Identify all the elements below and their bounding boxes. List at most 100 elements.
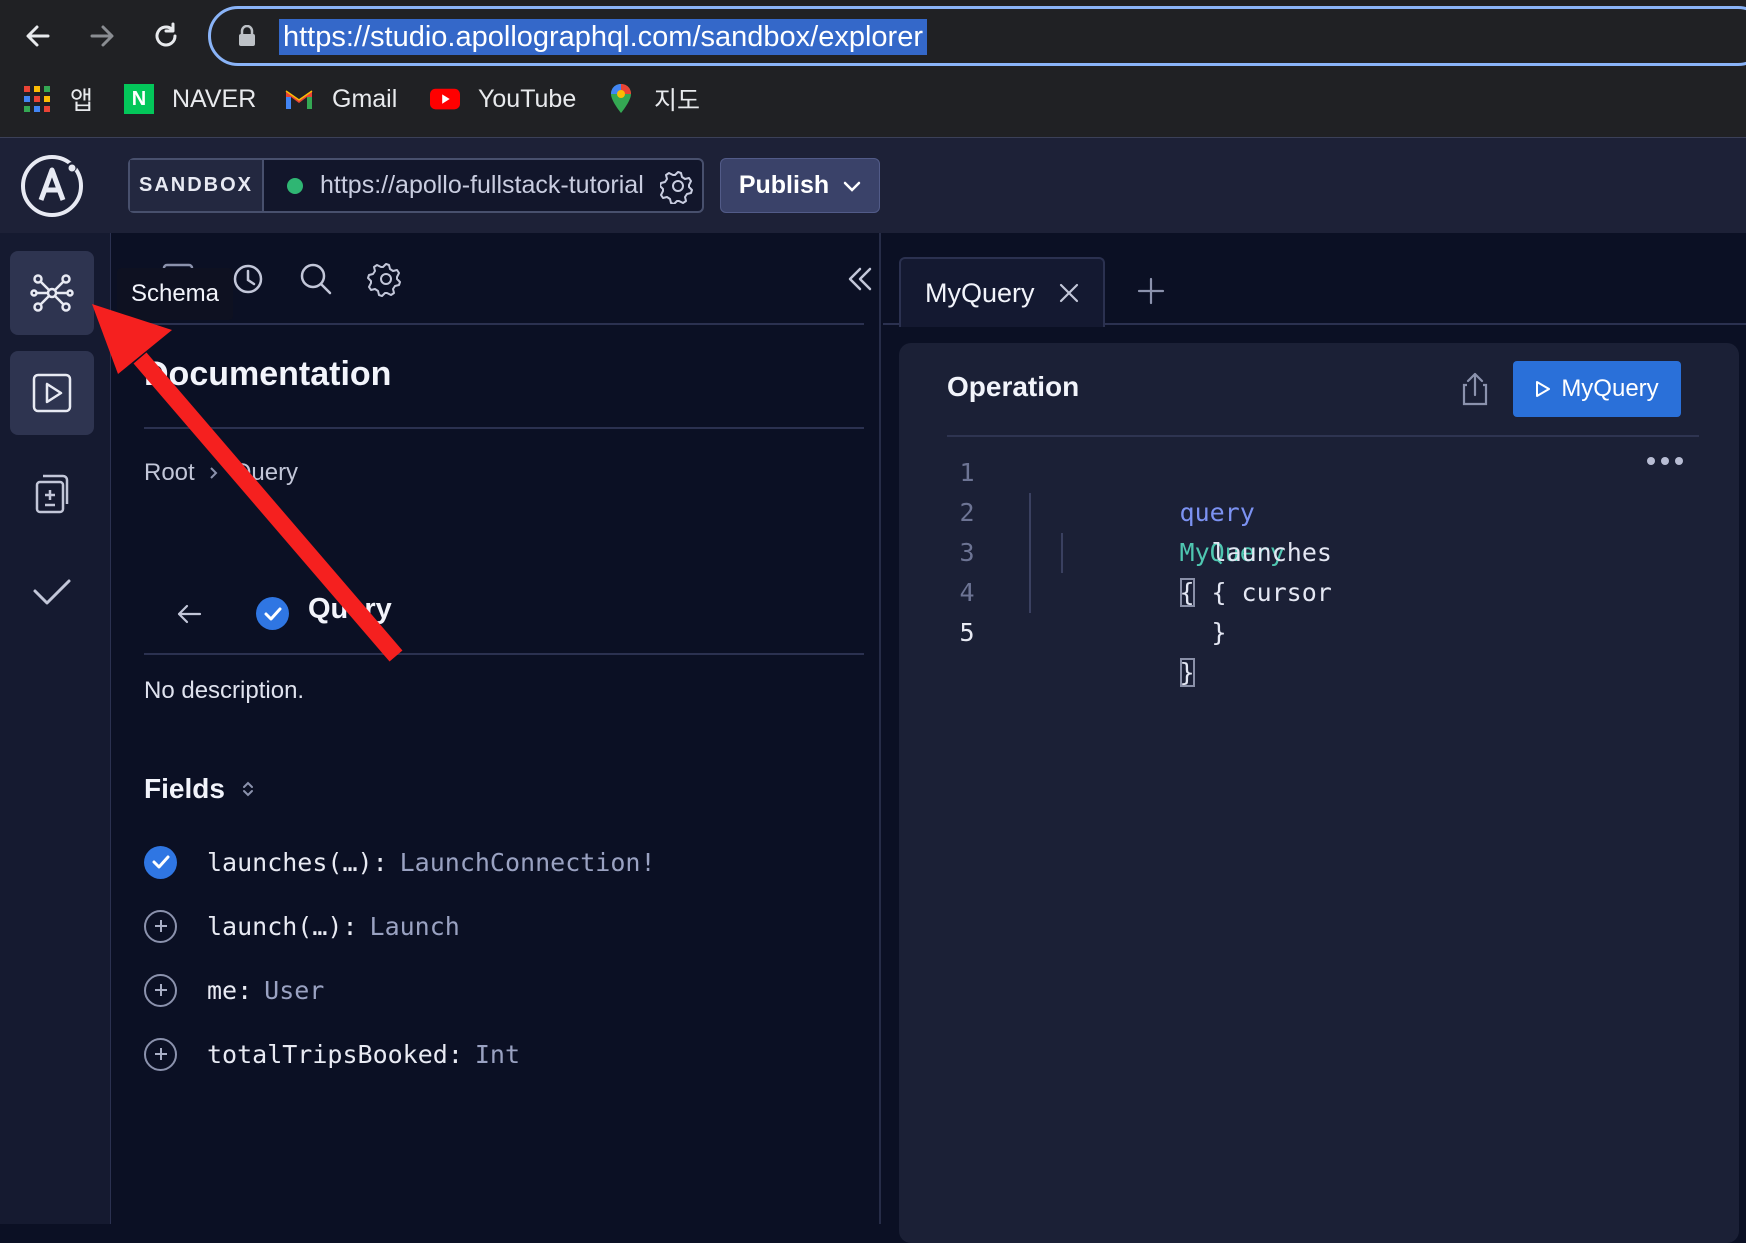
nav-schema-button[interactable] (10, 251, 94, 335)
nav-checks-button[interactable] (10, 549, 94, 633)
operation-panel: Operation MyQuery 1 query MyQuery { 2 la… (899, 343, 1739, 1243)
left-nav-rail (0, 233, 111, 1224)
field-row-launches[interactable]: launches(…): LaunchConnection! (144, 842, 656, 882)
field-row-totaltripsbooked[interactable]: totalTripsBooked: Int (144, 1034, 520, 1074)
double-chevron-left-icon[interactable] (844, 263, 876, 295)
field-row-launch[interactable]: launch(…): Launch (144, 906, 460, 946)
divider (947, 435, 1699, 437)
more-options-icon[interactable] (1647, 457, 1687, 469)
fields-header[interactable]: Fields (144, 773, 255, 805)
schema-graph-icon (30, 274, 74, 312)
bookmarks-bar: 앱 N NAVER Gmail YouTube 지도 (0, 78, 1746, 120)
field-row-me[interactable]: me: User (144, 970, 324, 1010)
arrow-right-icon (90, 25, 114, 47)
field-type[interactable]: User (264, 976, 324, 1005)
code-editor[interactable]: 1 query MyQuery { 2 launches { 3 cursor (947, 453, 1647, 687)
bookmark-label: YouTube (478, 84, 577, 113)
field-name: launches(…): (207, 847, 388, 877)
field-type[interactable]: LaunchConnection! (400, 848, 656, 877)
endpoint-url-input[interactable]: https://apollo-fullstack-tutorial.heroku… (320, 160, 646, 211)
tab-label: MyQuery (925, 277, 1035, 308)
endpoint-selector[interactable]: SANDBOX https://apollo-fullstack-tutoria… (128, 158, 704, 213)
operation-editor-area: MyQuery Operation MyQuery 1 query MyQuer… (883, 233, 1746, 1243)
schema-tooltip: Schema (117, 268, 233, 320)
bookmark-label: NAVER (172, 84, 257, 113)
search-icon[interactable] (296, 259, 336, 299)
line-number: 2 (959, 498, 975, 527)
bookmark-label: 지도 (654, 87, 701, 115)
close-icon[interactable] (1057, 281, 1081, 305)
reload-button[interactable] (144, 14, 188, 58)
checkmark-icon (33, 579, 71, 605)
bookmark-label: Gmail (332, 84, 398, 113)
operation-title: Operation (947, 371, 1080, 402)
field-name: totalTripsBooked: (207, 1039, 463, 1069)
run-query-button[interactable]: MyQuery (1513, 361, 1681, 417)
address-bar[interactable]: https://studio.apollographql.com/sandbox… (208, 6, 1746, 66)
naver-icon: N (124, 84, 154, 114)
settings-gear-icon[interactable] (366, 259, 406, 299)
type-header-row: Query (144, 579, 864, 655)
tab-bar: MyQuery (883, 233, 1746, 327)
type-name: Query (308, 593, 392, 625)
bookmark-apps[interactable]: 앱 (22, 78, 93, 120)
sandbox-label: SANDBOX (130, 160, 264, 211)
youtube-icon (430, 84, 460, 114)
divider (144, 427, 864, 429)
selected-check-icon[interactable] (144, 845, 177, 879)
arrow-left-icon[interactable] (174, 599, 204, 629)
connection-status-dot (287, 178, 303, 194)
arrow-left-icon (26, 25, 50, 47)
tab-myquery[interactable]: MyQuery (899, 257, 1105, 327)
reload-icon (155, 22, 177, 47)
bookmark-gmail[interactable]: Gmail (284, 78, 397, 120)
breadcrumb-root[interactable]: Root (144, 459, 195, 487)
publish-label: Publish (738, 171, 830, 199)
back-button[interactable] (16, 14, 60, 58)
code-line: 3 cursor (947, 533, 1647, 607)
lock-icon (239, 25, 255, 46)
bookmark-maps[interactable]: 지도 (606, 78, 700, 120)
maps-pin-icon (606, 84, 636, 114)
line-number: 3 (959, 538, 975, 567)
type-description: No description. (144, 677, 305, 704)
gear-icon[interactable] (660, 168, 696, 204)
share-icon[interactable] (1459, 371, 1491, 407)
field-name: launch(…): (207, 911, 358, 941)
nav-explorer-button[interactable] (10, 351, 94, 435)
play-icon (1536, 381, 1551, 397)
history-icon[interactable] (228, 259, 268, 299)
run-label: MyQuery (1561, 375, 1659, 402)
add-field-icon[interactable] (144, 1037, 177, 1071)
apps-grid-icon (22, 84, 52, 114)
code-line: 5 } (947, 613, 1647, 687)
code-line: 1 query MyQuery { (947, 453, 1647, 607)
breadcrumb: Root Query (144, 459, 298, 487)
document-diff-icon (35, 474, 69, 514)
code-line: 4 } (947, 573, 1647, 647)
field-type[interactable]: Launch (370, 912, 460, 941)
forward-button[interactable] (80, 14, 124, 58)
add-field-icon[interactable] (144, 909, 177, 943)
selected-check-icon[interactable] (256, 597, 289, 630)
add-field-icon[interactable] (144, 973, 177, 1007)
publish-button[interactable]: Publish (720, 158, 880, 213)
nav-diff-button[interactable] (10, 451, 94, 535)
field-name: me: (207, 975, 253, 1005)
field-type[interactable]: Int (475, 1040, 520, 1069)
chevron-down-icon (843, 181, 861, 192)
gmail-icon (284, 84, 314, 114)
line-number: 1 (959, 458, 975, 487)
bookmark-naver[interactable]: N NAVER (124, 78, 256, 120)
documentation-panel: Documentation Root Query Query No descri… (111, 233, 881, 1224)
sort-toggle-icon (242, 781, 253, 797)
brace-token: } (1179, 658, 1195, 687)
plus-icon[interactable] (1135, 275, 1167, 307)
code-line: 2 launches { (947, 493, 1647, 607)
bookmark-youtube[interactable]: YouTube (430, 78, 576, 120)
apollo-logo-icon[interactable] (20, 154, 84, 218)
url-text[interactable]: https://studio.apollographql.com/sandbox… (279, 19, 927, 55)
fields-label: Fields (144, 773, 225, 804)
browser-chrome: https://studio.apollographql.com/sandbox… (0, 0, 1746, 137)
bookmark-label: 앱 (70, 87, 94, 115)
